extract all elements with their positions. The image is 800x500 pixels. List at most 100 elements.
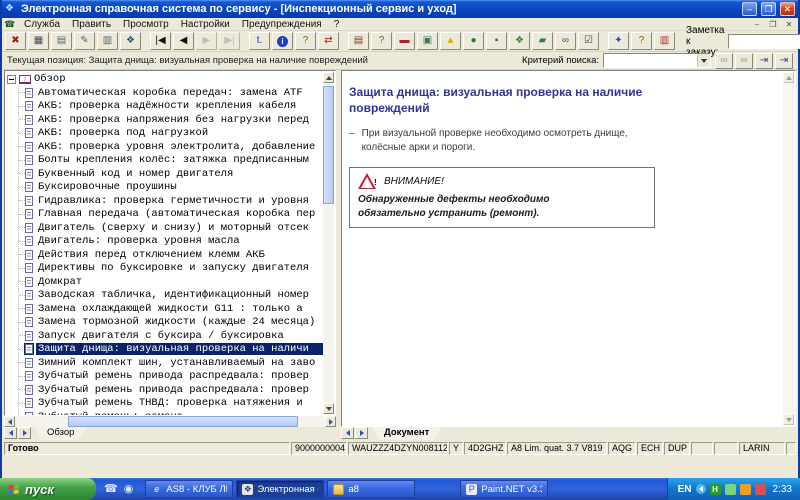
tree-root[interactable]: Обзор [7, 72, 323, 86]
search-again-button[interactable]: ∞ [735, 53, 753, 69]
edit-help-button[interactable]: ? [631, 32, 652, 50]
quick-launch-browser-icon[interactable]: ◉ [124, 484, 134, 495]
tab-scroll-left-button[interactable] [4, 427, 17, 439]
tree-item[interactable]: Директивы по буксировке и запуску двигат… [19, 262, 323, 276]
next-page-button[interactable]: ▶ [196, 32, 217, 50]
menu-item[interactable]: ? [328, 18, 346, 31]
exit-button[interactable]: ✖ [5, 32, 26, 50]
disk-button[interactable]: ▪ [486, 32, 507, 50]
taskbar-task[interactable]: PPaint.NET v3.36 [460, 480, 548, 498]
print-report-button[interactable]: ▥ [654, 32, 675, 50]
car-button[interactable]: ▰ [532, 32, 553, 50]
t-button[interactable]: t. [249, 32, 270, 50]
tree-item[interactable]: Зимний комплект шин, устанавливаемый на … [19, 356, 323, 370]
book-help-button[interactable]: ? [371, 32, 392, 50]
search-criteria-combobox[interactable] [603, 53, 711, 68]
minimize-button[interactable]: – [742, 2, 757, 16]
tree-item[interactable]: Запуск двигателя с буксира / буксировка [19, 329, 323, 343]
tree-horizontal-scrollbar[interactable] [4, 416, 336, 427]
tree-item[interactable]: Буквенный код и номер двигателя [19, 167, 323, 181]
tree-item[interactable]: Автоматическая коробка передач: замена A… [19, 86, 323, 100]
edit-document-button[interactable]: ✎ [74, 32, 95, 50]
close-button[interactable]: ✕ [780, 2, 795, 16]
collapse-icon[interactable] [7, 75, 16, 84]
jump-forward-button[interactable]: ⇥ [755, 53, 773, 69]
tree-item[interactable]: Гидравлика: проверка герметичности и уро… [19, 194, 323, 208]
tray-icon-red[interactable] [755, 484, 766, 495]
tree-item[interactable]: Домкрат [19, 275, 323, 289]
scroll-thumb[interactable] [323, 86, 334, 204]
tree-item[interactable]: Зубчатый ремень ТНВД: проверка натяжения… [19, 397, 323, 411]
tree-item[interactable]: Болты крепления колёс: затяжка предписан… [19, 154, 323, 168]
print-button[interactable]: ▦ [28, 32, 49, 50]
tree-item[interactable]: АКБ: проверка напряжения без нагрузки пе… [19, 113, 323, 127]
scroll-thumb-horizontal[interactable] [68, 416, 298, 427]
combobox-dropdown-button[interactable] [697, 54, 710, 67]
start-button[interactable]: пуск [0, 478, 96, 500]
copy-document-button[interactable]: ▥ [97, 32, 118, 50]
tree-item[interactable]: Буксировочные проушины [19, 181, 323, 195]
checklist-button[interactable]: ☑ [578, 32, 599, 50]
service-book-button[interactable]: ▤ [348, 32, 369, 50]
scroll-up-button[interactable] [323, 72, 334, 83]
tree-item[interactable]: АКБ: проверка уровня электролита, добавл… [19, 140, 323, 154]
quick-launch-phone-icon[interactable]: ☎ [104, 484, 118, 495]
last-page-button[interactable]: ▶| [219, 32, 240, 50]
screen-button[interactable]: ▣ [417, 32, 438, 50]
tree-item[interactable]: АКБ: проверка надёжности крепления кабел… [19, 100, 323, 114]
tree-item[interactable]: Защита днища: визуальная проверка на нал… [19, 343, 323, 357]
child-restore-button[interactable]: ❐ [766, 19, 780, 30]
child-minimize-button[interactable]: – [750, 19, 764, 30]
scroll-right-button[interactable] [325, 416, 336, 427]
tree-item[interactable]: Зубчатый ремень: замена [19, 410, 323, 415]
taskbar-task[interactable]: a8 [327, 480, 415, 498]
tray-clock[interactable]: 2:33 [773, 484, 792, 495]
refresh-button[interactable]: ⇄ [318, 32, 339, 50]
tree-item[interactable]: АКБ: проверка под нагрузкой [19, 127, 323, 141]
search-vehicle-button[interactable]: ∞ [555, 32, 576, 50]
tree-item[interactable]: Зубчатый ремень привода распредвала: про… [19, 370, 323, 384]
scroll-left-button[interactable] [4, 416, 15, 427]
tab-overview[interactable]: Обзор [35, 427, 86, 440]
document-scrollbar[interactable] [783, 72, 794, 425]
tab-document[interactable]: Документ [372, 427, 441, 440]
tree-item[interactable]: Главная передача (автоматическая коробка… [19, 208, 323, 222]
leaf-button[interactable]: ❖ [509, 32, 530, 50]
tree-item[interactable]: Заводская табличка, идентификационный но… [19, 289, 323, 303]
help-button[interactable]: ? [295, 32, 316, 50]
doc-tab-scroll-right-button[interactable] [355, 427, 368, 439]
first-page-button[interactable]: |◀ [150, 32, 171, 50]
info-button[interactable]: i [272, 32, 293, 50]
menu-item[interactable]: Просмотр [117, 18, 175, 31]
tree-item[interactable]: Зубчатый ремень привода распредвала: про… [19, 383, 323, 397]
tools-button[interactable]: ✦ [608, 32, 629, 50]
scroll-down-button[interactable] [323, 403, 334, 414]
red-book-button[interactable]: ▬ [394, 32, 415, 50]
tree-item[interactable]: Двигатель (сверху и снизу) и моторный от… [19, 221, 323, 235]
vehicle-button[interactable]: ❖ [120, 32, 141, 50]
tree-item[interactable]: Замена охлаждающей жидкости G11 : только… [19, 302, 323, 316]
menu-item[interactable]: Править [66, 18, 117, 31]
child-close-button[interactable]: ✕ [782, 19, 796, 30]
tray-icon-orange[interactable] [740, 484, 751, 495]
tray-icon-green[interactable] [725, 484, 736, 495]
tree-item[interactable]: Действия перед отключением клемм АКБ [19, 248, 323, 262]
menu-item[interactable]: Предупреждения [236, 18, 328, 31]
menu-item[interactable]: Настройки [175, 18, 236, 31]
tab-scroll-right-button[interactable] [18, 427, 31, 439]
doc-tab-scroll-left-button[interactable] [341, 427, 354, 439]
taskbar-task[interactable]: eAS8 - КЛУБ ЛЮБИТЕ... [145, 480, 233, 498]
new-document-button[interactable]: ▤ [51, 32, 72, 50]
doc-scroll-down-button[interactable] [783, 414, 794, 425]
tree-item[interactable]: Замена тормозной жидкости (каждые 24 мес… [19, 316, 323, 330]
tray-chevron-icon[interactable] [696, 484, 706, 494]
restore-button[interactable]: ❐ [761, 2, 776, 16]
taskbar-task[interactable]: ❖Электронная справ... [236, 480, 324, 498]
warning-list-button[interactable]: ▲ [440, 32, 461, 50]
doc-scroll-up-button[interactable] [783, 72, 794, 83]
previous-page-button[interactable]: ◀ [173, 32, 194, 50]
globe-button[interactable]: ● [463, 32, 484, 50]
menu-item[interactable]: Служба [18, 18, 66, 31]
tray-icon-h[interactable]: H [710, 484, 721, 495]
tree-item[interactable]: Двигатель: проверка уровня масла [19, 235, 323, 249]
